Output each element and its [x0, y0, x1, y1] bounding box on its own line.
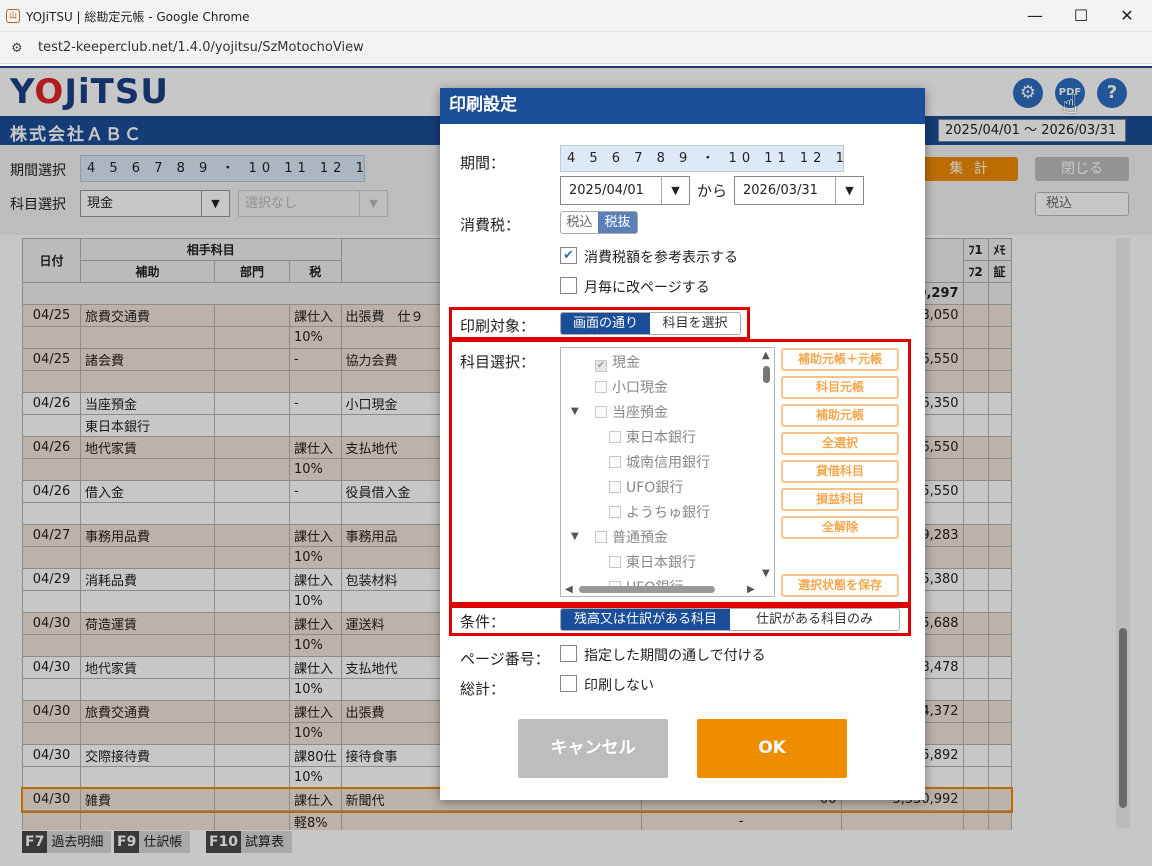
page-number-label: ページ番号：: [460, 650, 550, 668]
deselect-all-button[interactable]: 全解除: [781, 516, 899, 539]
minimize-icon[interactable]: —: [1012, 4, 1058, 28]
tree-expand-icon[interactable]: ▼: [571, 406, 579, 417]
cond-balance-option[interactable]: 残高又は仕訳がある科目: [561, 609, 730, 630]
browser-titlebar: 山 YOJiTSU | 総勘定元帳 - Google Chrome — ☐ ✕: [0, 0, 1152, 32]
tree-item-label: 小口現金: [612, 380, 668, 396]
scroll-up-icon[interactable]: ▲: [762, 350, 770, 361]
save-selection-button[interactable]: 選択状態を保存: [781, 574, 899, 597]
tree-item[interactable]: 東日本銀行: [609, 427, 696, 447]
tree-item-label: 東日本銀行: [626, 555, 696, 571]
tree-item[interactable]: 小口現金: [595, 377, 668, 397]
tree-scroll-thumb[interactable]: [763, 366, 770, 383]
tree-checkbox[interactable]: [609, 456, 621, 468]
cancel-button[interactable]: キャンセル: [518, 719, 668, 778]
tree-hscroll-thumb[interactable]: [579, 586, 715, 593]
address-bar[interactable]: ⚙ test2-keeperclub.net/1.4.0/yojitsu/SzM…: [0, 32, 1152, 64]
balance-sheet-accounts-button[interactable]: 貸借科目: [781, 460, 899, 483]
tree-item[interactable]: ようちゅ銀行: [609, 502, 710, 522]
scroll-right-icon[interactable]: ▶: [747, 584, 755, 595]
pl-accounts-button[interactable]: 損益科目: [781, 488, 899, 511]
show-tax-amount-label: 消費税額を参考表示する: [584, 250, 738, 266]
tree-checkbox[interactable]: [609, 506, 621, 518]
target-screen-option[interactable]: 画面の通り: [561, 313, 650, 334]
sub-ledger-button[interactable]: 補助元帳: [781, 404, 899, 427]
from-to-label: から: [697, 182, 728, 200]
print-target-toggle[interactable]: 画面の通り 科目を選択: [560, 312, 741, 335]
cond-journal-option[interactable]: 仕訳がある科目のみ: [730, 609, 899, 630]
tree-checkbox[interactable]: [609, 556, 621, 568]
scroll-down-icon[interactable]: ▼: [762, 568, 770, 579]
tree-expand-icon[interactable]: ▼: [571, 531, 579, 542]
tree-checkbox[interactable]: ✔: [595, 360, 607, 372]
tree-checkbox[interactable]: [609, 481, 621, 493]
total-checkbox[interactable]: [560, 675, 577, 692]
show-tax-amount-checkbox[interactable]: ✔: [560, 247, 577, 264]
tree-item-label: UFO銀行: [626, 480, 684, 496]
page-number-checkbox[interactable]: [560, 645, 577, 662]
account-ledger-button[interactable]: 科目元帳: [781, 376, 899, 399]
print-settings-dialog: 印刷設定 期間： 4 5 6 7 8 9 ・ 10 11 12 1 2 3 決 …: [440, 88, 925, 800]
dialog-tax-label: 消費税：: [460, 216, 521, 234]
tree-vertical-scrollbar[interactable]: ▲ ▼: [760, 348, 774, 583]
tree-item-label: 東日本銀行: [626, 430, 696, 446]
total-label: 総計：: [460, 680, 506, 698]
dialog-tax-out[interactable]: 税抜: [598, 212, 637, 233]
tree-item[interactable]: ✔ 現金: [595, 352, 640, 372]
ok-button[interactable]: OK: [697, 719, 847, 778]
page-break-label: 月毎に改ページする: [584, 280, 710, 296]
site-settings-icon[interactable]: ⚙: [11, 41, 23, 56]
select-all-button[interactable]: 全選択: [781, 432, 899, 455]
tree-item-label: 普通預金: [612, 530, 668, 546]
tree-item-label: 当座預金: [612, 405, 668, 421]
page-number-option: 指定した期間の通しで付ける: [584, 648, 766, 664]
dialog-title: 印刷設定: [440, 88, 925, 124]
date-to-select[interactable]: 2026/03/31 ▼: [734, 176, 864, 205]
tree-checkbox[interactable]: [595, 406, 607, 418]
tree-item-label: ようちゅ銀行: [626, 505, 710, 521]
tree-item[interactable]: 城南信用銀行: [609, 452, 710, 472]
tree-checkbox[interactable]: [595, 381, 607, 393]
tree-item-label: 城南信用銀行: [626, 455, 710, 471]
dialog-period-label: 期間：: [460, 154, 506, 172]
scroll-left-icon[interactable]: ◀: [565, 584, 573, 595]
date-from-select[interactable]: 2025/04/01 ▼: [560, 176, 690, 205]
url-text[interactable]: test2-keeperclub.net/1.4.0/yojitsu/SzMot…: [38, 40, 364, 55]
print-target-label: 印刷対象：: [460, 317, 536, 335]
total-option: 印刷しない: [584, 678, 654, 694]
tree-checkbox[interactable]: [609, 431, 621, 443]
page-break-checkbox[interactable]: [560, 277, 577, 294]
date-from-value: 2025/04/01: [569, 183, 644, 198]
chevron-down-icon: ▼: [835, 177, 863, 204]
sub-ledger-plus-ledger-button[interactable]: 補助元帳＋元帳: [781, 348, 899, 371]
account-tree[interactable]: ✔ 現金 小口現金 ▼ 当座預金 東日本銀行 城南信用銀行 UFO銀行 ようちゅ銀行 ▼ 普通預金東…: [560, 347, 775, 597]
tree-item[interactable]: 東日本銀行: [609, 552, 696, 572]
dialog-period-selector[interactable]: 4 5 6 7 8 9 ・ 10 11 12 1 2 3 決: [560, 145, 844, 172]
tree-horizontal-scrollbar[interactable]: ◀ ▶: [561, 582, 774, 596]
dialog-period-months[interactable]: 4 5 6 7 8 9 ・ 10 11 12 1 2 3: [567, 151, 843, 166]
tree-item[interactable]: 当座預金: [595, 402, 668, 422]
tree-item[interactable]: 普通預金: [595, 527, 668, 547]
account-select-label: 科目選択：: [460, 353, 536, 371]
target-select-option[interactable]: 科目を選択: [650, 313, 740, 334]
tree-item[interactable]: UFO銀行: [609, 477, 683, 497]
dialog-tax-in[interactable]: 税込: [561, 212, 598, 233]
date-to-value: 2026/03/31: [743, 183, 818, 198]
condition-label: 条件：: [460, 613, 506, 631]
app-favicon-icon: 山: [6, 9, 20, 23]
dialog-tax-toggle[interactable]: 税込 税抜: [560, 211, 638, 234]
hand-cursor-icon: ☝: [1062, 90, 1078, 120]
close-icon[interactable]: ✕: [1104, 4, 1150, 28]
tree-item-label: 現金: [612, 355, 640, 371]
window-title: YOJiTSU | 総勘定元帳 - Google Chrome: [26, 10, 250, 24]
tree-checkbox[interactable]: [595, 531, 607, 543]
chevron-down-icon: ▼: [661, 177, 689, 204]
maximize-icon[interactable]: ☐: [1058, 4, 1104, 28]
condition-toggle[interactable]: 残高又は仕訳がある科目 仕訳がある科目のみ: [560, 608, 900, 631]
